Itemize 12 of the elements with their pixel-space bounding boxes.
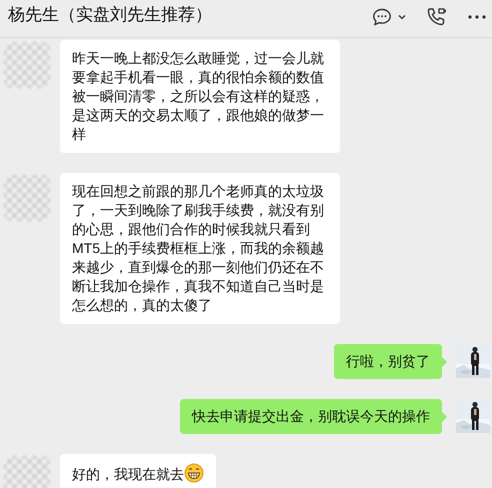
bubble-tail	[442, 412, 447, 422]
more-icon[interactable]	[468, 14, 486, 18]
sent-message-bubble: 行啦，别贫了	[334, 344, 442, 379]
chat-title: 杨先生（实盘刘先生推荐）	[8, 4, 212, 26]
chat-bubble-icon[interactable]	[372, 8, 392, 26]
sent-message-bubble: 快去申请提交出金，别耽误今天的操作	[180, 399, 442, 434]
received-message-bubble: 好的，我现在就去	[60, 454, 216, 488]
phone-video-icon[interactable]	[426, 6, 448, 26]
received-message-bubble: 现在回想之前跟的那几个老师真的太垃圾了，一天到晚除了刷我手续费，就没有别的心思，跟他们合作的时候我就只看到MT5上的手续费框框上涨，而我的余额越来越少，直到爆仓的那一刻他们仍还在不断让我加仓操作，真我不知道自己当时是怎么想的，真的太傻了	[60, 173, 340, 324]
received-message-bubble: 昨天一晚上都没怎么敢睡觉，过一会儿就要拿起手机看一眼，真的很怕余额的数值被一瞬间清零，之所以会有这样的疑惑，是这两天的交易太顺了，跟他娘的做梦一样	[60, 40, 340, 153]
bubble-tail	[442, 357, 447, 367]
chevron-down-icon[interactable]	[398, 14, 406, 20]
